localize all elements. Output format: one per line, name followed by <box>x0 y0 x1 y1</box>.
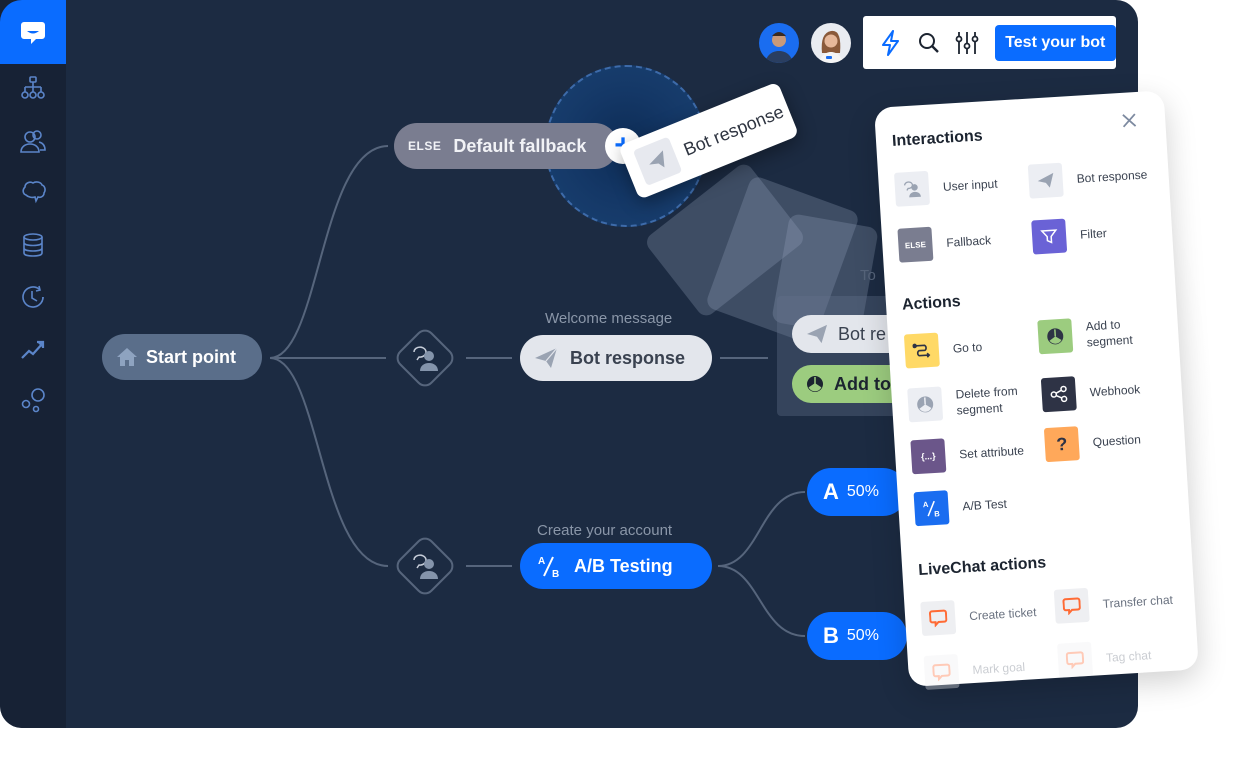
paper-plane-icon <box>632 136 683 187</box>
filter-icon <box>1031 218 1068 255</box>
chat-bubble-icon <box>923 653 960 690</box>
connector-ab-a <box>717 491 806 567</box>
share-icon <box>1040 376 1077 413</box>
start-point-label: Start point <box>146 346 236 367</box>
connector-ab-b <box>717 565 806 637</box>
block-label: Fallback <box>945 233 992 250</box>
svg-text:A: A <box>538 556 545 567</box>
block-tag-chat[interactable]: Tag chat <box>1057 638 1152 678</box>
block-delete-from-segment[interactable]: Delete from segment <box>907 381 1039 423</box>
block-ab-test[interactable]: AB A/B Test <box>913 487 1008 527</box>
user-avatar-1[interactable] <box>759 23 799 63</box>
block-label: Webhook <box>1089 382 1141 400</box>
block-question[interactable]: ? Question <box>1043 422 1142 463</box>
livechat-actions-heading: LiveChat actions <box>917 554 1047 580</box>
bot-response-label: Bot response <box>570 347 686 368</box>
settings-sliders-button[interactable] <box>949 25 985 61</box>
create-account-caption: Create your account <box>537 522 673 539</box>
home-icon <box>117 348 137 366</box>
to-caption: To <box>860 267 876 284</box>
svg-text:A: A <box>923 500 930 509</box>
block-label: Go to <box>952 339 983 356</box>
actions-heading: Actions <box>901 293 962 314</box>
lightning-icon <box>881 29 899 56</box>
block-webhook[interactable]: Webhook <box>1040 372 1141 413</box>
default-fallback-node[interactable]: ELSE Default fallback <box>394 123 618 169</box>
welcome-message-caption: Welcome message <box>545 310 673 327</box>
test-your-bot-button[interactable]: Test your bot <box>994 24 1116 61</box>
connector-start-fallback <box>269 145 389 359</box>
pie-icon <box>807 376 823 392</box>
block-create-ticket[interactable]: Create ticket <box>920 595 1037 637</box>
user-avatar-2[interactable] <box>811 23 851 63</box>
block-mark-goal[interactable]: Mark goal <box>923 650 1027 690</box>
block-label: Create ticket <box>968 605 1037 624</box>
block-label: Transfer chat <box>1102 592 1174 611</box>
block-label: Delete from segment <box>955 383 1018 418</box>
variant-a-percent: 50% <box>846 483 879 500</box>
braces-icon: {...} <box>910 438 947 475</box>
pie-icon <box>1037 318 1074 355</box>
search-icon <box>918 32 939 53</box>
group-bot-response-label: Bot re <box>838 323 887 344</box>
close-icon <box>1122 113 1137 128</box>
block-label: Tag chat <box>1105 648 1152 665</box>
block-add-to-segment[interactable]: Add to segment <box>1037 314 1149 355</box>
ab-testing-label: A/B Testing <box>574 555 673 576</box>
variant-a-letter: A <box>823 479 839 504</box>
fallback-label: Default fallback <box>453 135 587 156</box>
chat-bubble-icon <box>1057 641 1094 678</box>
interactions-heading: Interactions <box>891 127 984 150</box>
lightning-button[interactable] <box>873 25 909 61</box>
block-label: User input <box>942 176 998 194</box>
svg-text:B: B <box>552 569 559 579</box>
ab-icon: AB <box>913 490 950 527</box>
variant-b-letter: B <box>823 623 839 648</box>
paper-plane-icon <box>807 324 827 344</box>
paper-plane-icon <box>1027 162 1064 199</box>
close-panel-button[interactable] <box>1119 110 1140 131</box>
variant-a-node[interactable]: A 50% <box>807 468 907 516</box>
block-transfer-chat[interactable]: Transfer chat <box>1053 583 1174 624</box>
sliders-icon <box>955 31 979 54</box>
else-tag: ELSE <box>408 139 442 153</box>
block-label: Add to segment <box>1085 317 1134 350</box>
user-input-icon <box>405 546 445 586</box>
block-set-attribute[interactable]: {...} Set attribute <box>910 434 1025 475</box>
question-icon: ? <box>1043 426 1080 463</box>
chat-bubble-icon <box>920 600 957 637</box>
block-fallback[interactable]: ELSE Fallback <box>897 223 992 263</box>
group-add-to-label: Add to <box>834 373 891 394</box>
goto-icon <box>903 332 940 369</box>
block-label: Bot response <box>1076 167 1148 186</box>
user-input-icon <box>405 338 445 378</box>
start-point-node[interactable]: Start point <box>102 334 262 380</box>
pie-icon <box>907 386 944 423</box>
block-user-input[interactable]: User input <box>893 167 999 207</box>
search-button[interactable] <box>911 25 947 61</box>
paper-plane-icon <box>535 347 558 368</box>
block-label: Mark goal <box>972 659 1026 678</box>
top-toolbar: Test your bot <box>863 16 1116 69</box>
ab-icon: AB <box>538 556 559 579</box>
user-input-icon <box>893 170 931 207</box>
block-bot-response[interactable]: Bot response <box>1027 157 1149 199</box>
block-label: Filter <box>1079 226 1108 242</box>
block-label: Set attribute <box>958 443 1025 462</box>
block-label: Question <box>1092 432 1142 450</box>
else-icon: ELSE <box>897 226 934 263</box>
block-label: A/B Test <box>962 496 1008 514</box>
bot-response-node[interactable]: Bot response <box>520 335 712 381</box>
block-filter[interactable]: Filter <box>1031 216 1108 255</box>
ab-testing-node[interactable]: AB A/B Testing <box>520 543 712 589</box>
svg-text:B: B <box>934 509 941 518</box>
block-go-to[interactable]: Go to <box>903 330 983 369</box>
variant-b-percent: 50% <box>846 627 879 644</box>
blocks-panel: Interactions User input Bot response ELS… <box>874 90 1199 690</box>
chat-bubble-icon <box>1053 587 1090 624</box>
connector-start-input2 <box>269 357 389 567</box>
variant-b-node[interactable]: B 50% <box>807 612 907 660</box>
